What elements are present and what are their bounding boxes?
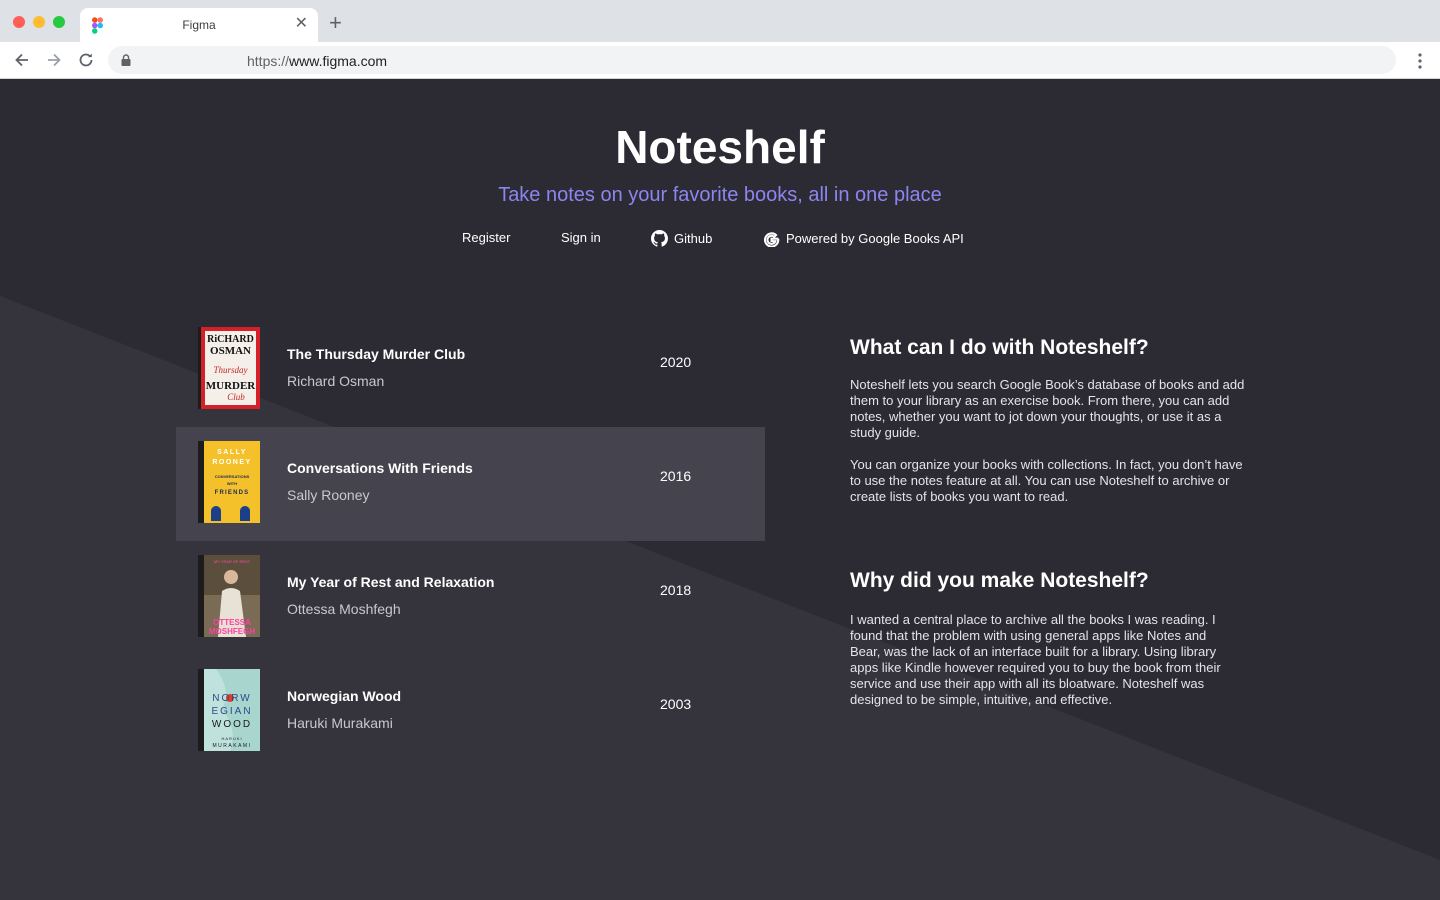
tab-title: Figma <box>182 18 216 32</box>
book-year: 2016 <box>660 468 692 484</box>
svg-text:FRIENDS: FRIENDS <box>215 490 250 496</box>
faq-why-section: Why did you make Noteshelf? I wanted a c… <box>850 569 1222 708</box>
page-viewport: Noteshelf Take notes on your favorite bo… <box>0 80 1440 900</box>
svg-text:SALLY: SALLY <box>217 449 247 456</box>
github-icon <box>651 230 668 247</box>
book-title: Conversations With Friends <box>287 460 473 476</box>
svg-text:WOOD: WOOD <box>212 719 252 730</box>
svg-text:OSMAN: OSMAN <box>210 345 251 357</box>
faq-paragraph: I wanted a central place to archive all … <box>850 612 1221 707</box>
book-author: Haruki Murakami <box>287 715 393 731</box>
faq-what-section: What can I do with Noteshelf? Noteshelf … <box>850 336 1250 505</box>
register-link[interactable]: Register <box>462 230 510 245</box>
svg-text:MURDER: MURDER <box>206 380 257 392</box>
faq-heading: What can I do with Noteshelf? <box>850 336 1149 359</box>
book-author: Richard Osman <box>287 373 385 389</box>
book-cover: NORW EGIAN WOOD HARUKI MURAKAMI <box>198 669 260 751</box>
svg-text:WITH: WITH <box>227 481 237 486</box>
page-title: Noteshelf <box>615 121 825 173</box>
faq-paragraph: Noteshelf lets you search Google Book’s … <box>850 377 1245 440</box>
book-title: The Thursday Murder Club <box>287 346 466 362</box>
faq-heading: Why did you make Noteshelf? <box>850 569 1149 592</box>
book-row[interactable]: NORW EGIAN WOOD HARUKI MURAKAMI Norwegia… <box>176 655 765 769</box>
book-cover: RiCHARD OSMAN Thursday MURDER Club <box>198 327 260 409</box>
close-window-button[interactable] <box>13 16 25 28</box>
book-cover: SALLY ROONEY CONVERSATIONS WITH FRIENDS <box>198 441 260 523</box>
faq-paragraph: You can organize your books with collect… <box>850 457 1243 504</box>
book-year: 2018 <box>660 582 692 598</box>
svg-text:EGIAN: EGIAN <box>211 706 252 717</box>
top-nav: Register Sign in Github Powered by Googl… <box>0 230 1440 250</box>
svg-text:CONVERSATIONS: CONVERSATIONS <box>215 474 250 479</box>
close-tab-icon[interactable]: ✕ <box>295 15 308 33</box>
svg-text:Thursday: Thursday <box>213 365 247 375</box>
svg-text:HARUKI: HARUKI <box>221 736 242 741</box>
browser-tab[interactable]: Figma ✕ <box>80 8 318 42</box>
browser-tab-strip: Figma ✕ + <box>0 0 1440 42</box>
new-tab-icon[interactable]: + <box>329 12 342 34</box>
sign-in-link[interactable]: Sign in <box>561 230 601 245</box>
book-row[interactable]: RiCHARD OSMAN Thursday MURDER Club The T… <box>176 313 765 427</box>
book-list: RiCHARD OSMAN Thursday MURDER Club The T… <box>176 313 765 769</box>
maximize-window-button[interactable] <box>53 16 65 28</box>
url-text: https://www.figma.com <box>247 53 388 69</box>
forward-icon[interactable] <box>44 50 64 70</box>
svg-text:ROONEY: ROONEY <box>212 459 251 466</box>
minimize-window-button[interactable] <box>33 16 45 28</box>
svg-text:MURAKAMI: MURAKAMI <box>213 743 252 749</box>
svg-text:RiCHARD: RiCHARD <box>207 334 254 345</box>
lock-icon <box>121 54 131 66</box>
github-link[interactable]: Github <box>651 230 712 247</box>
book-year: 2003 <box>660 696 692 712</box>
book-year: 2020 <box>660 354 692 370</box>
reload-icon[interactable] <box>76 50 96 70</box>
book-author: Ottessa Moshfegh <box>287 601 401 617</box>
book-author: Sally Rooney <box>287 487 370 503</box>
back-icon[interactable] <box>12 50 32 70</box>
address-bar[interactable]: https://www.figma.com <box>108 46 1396 74</box>
svg-text:NORW: NORW <box>212 693 251 704</box>
book-title: My Year of Rest and Relaxation <box>287 574 495 590</box>
google-icon <box>764 232 780 247</box>
book-row[interactable]: SALLY ROONEY CONVERSATIONS WITH FRIENDS … <box>176 427 765 541</box>
svg-text:MOSHFEGH: MOSHFEGH <box>209 627 255 636</box>
page-subtitle: Take notes on your favorite books, all i… <box>498 184 942 206</box>
svg-text:MY YEAR OF REST: MY YEAR OF REST <box>214 559 251 564</box>
more-options-icon[interactable] <box>1418 53 1422 69</box>
book-row[interactable]: MY YEAR OF REST OTTESSA MOSHFEGH My Year… <box>176 541 765 655</box>
book-cover: MY YEAR OF REST OTTESSA MOSHFEGH <box>198 555 260 637</box>
browser-toolbar: https://www.figma.com <box>0 42 1440 79</box>
svg-text:Club: Club <box>227 392 245 402</box>
google-books-link[interactable]: Powered by Google Books API <box>763 230 964 247</box>
svg-text:OTTESSA: OTTESSA <box>213 618 251 627</box>
book-title: Norwegian Wood <box>287 688 402 704</box>
